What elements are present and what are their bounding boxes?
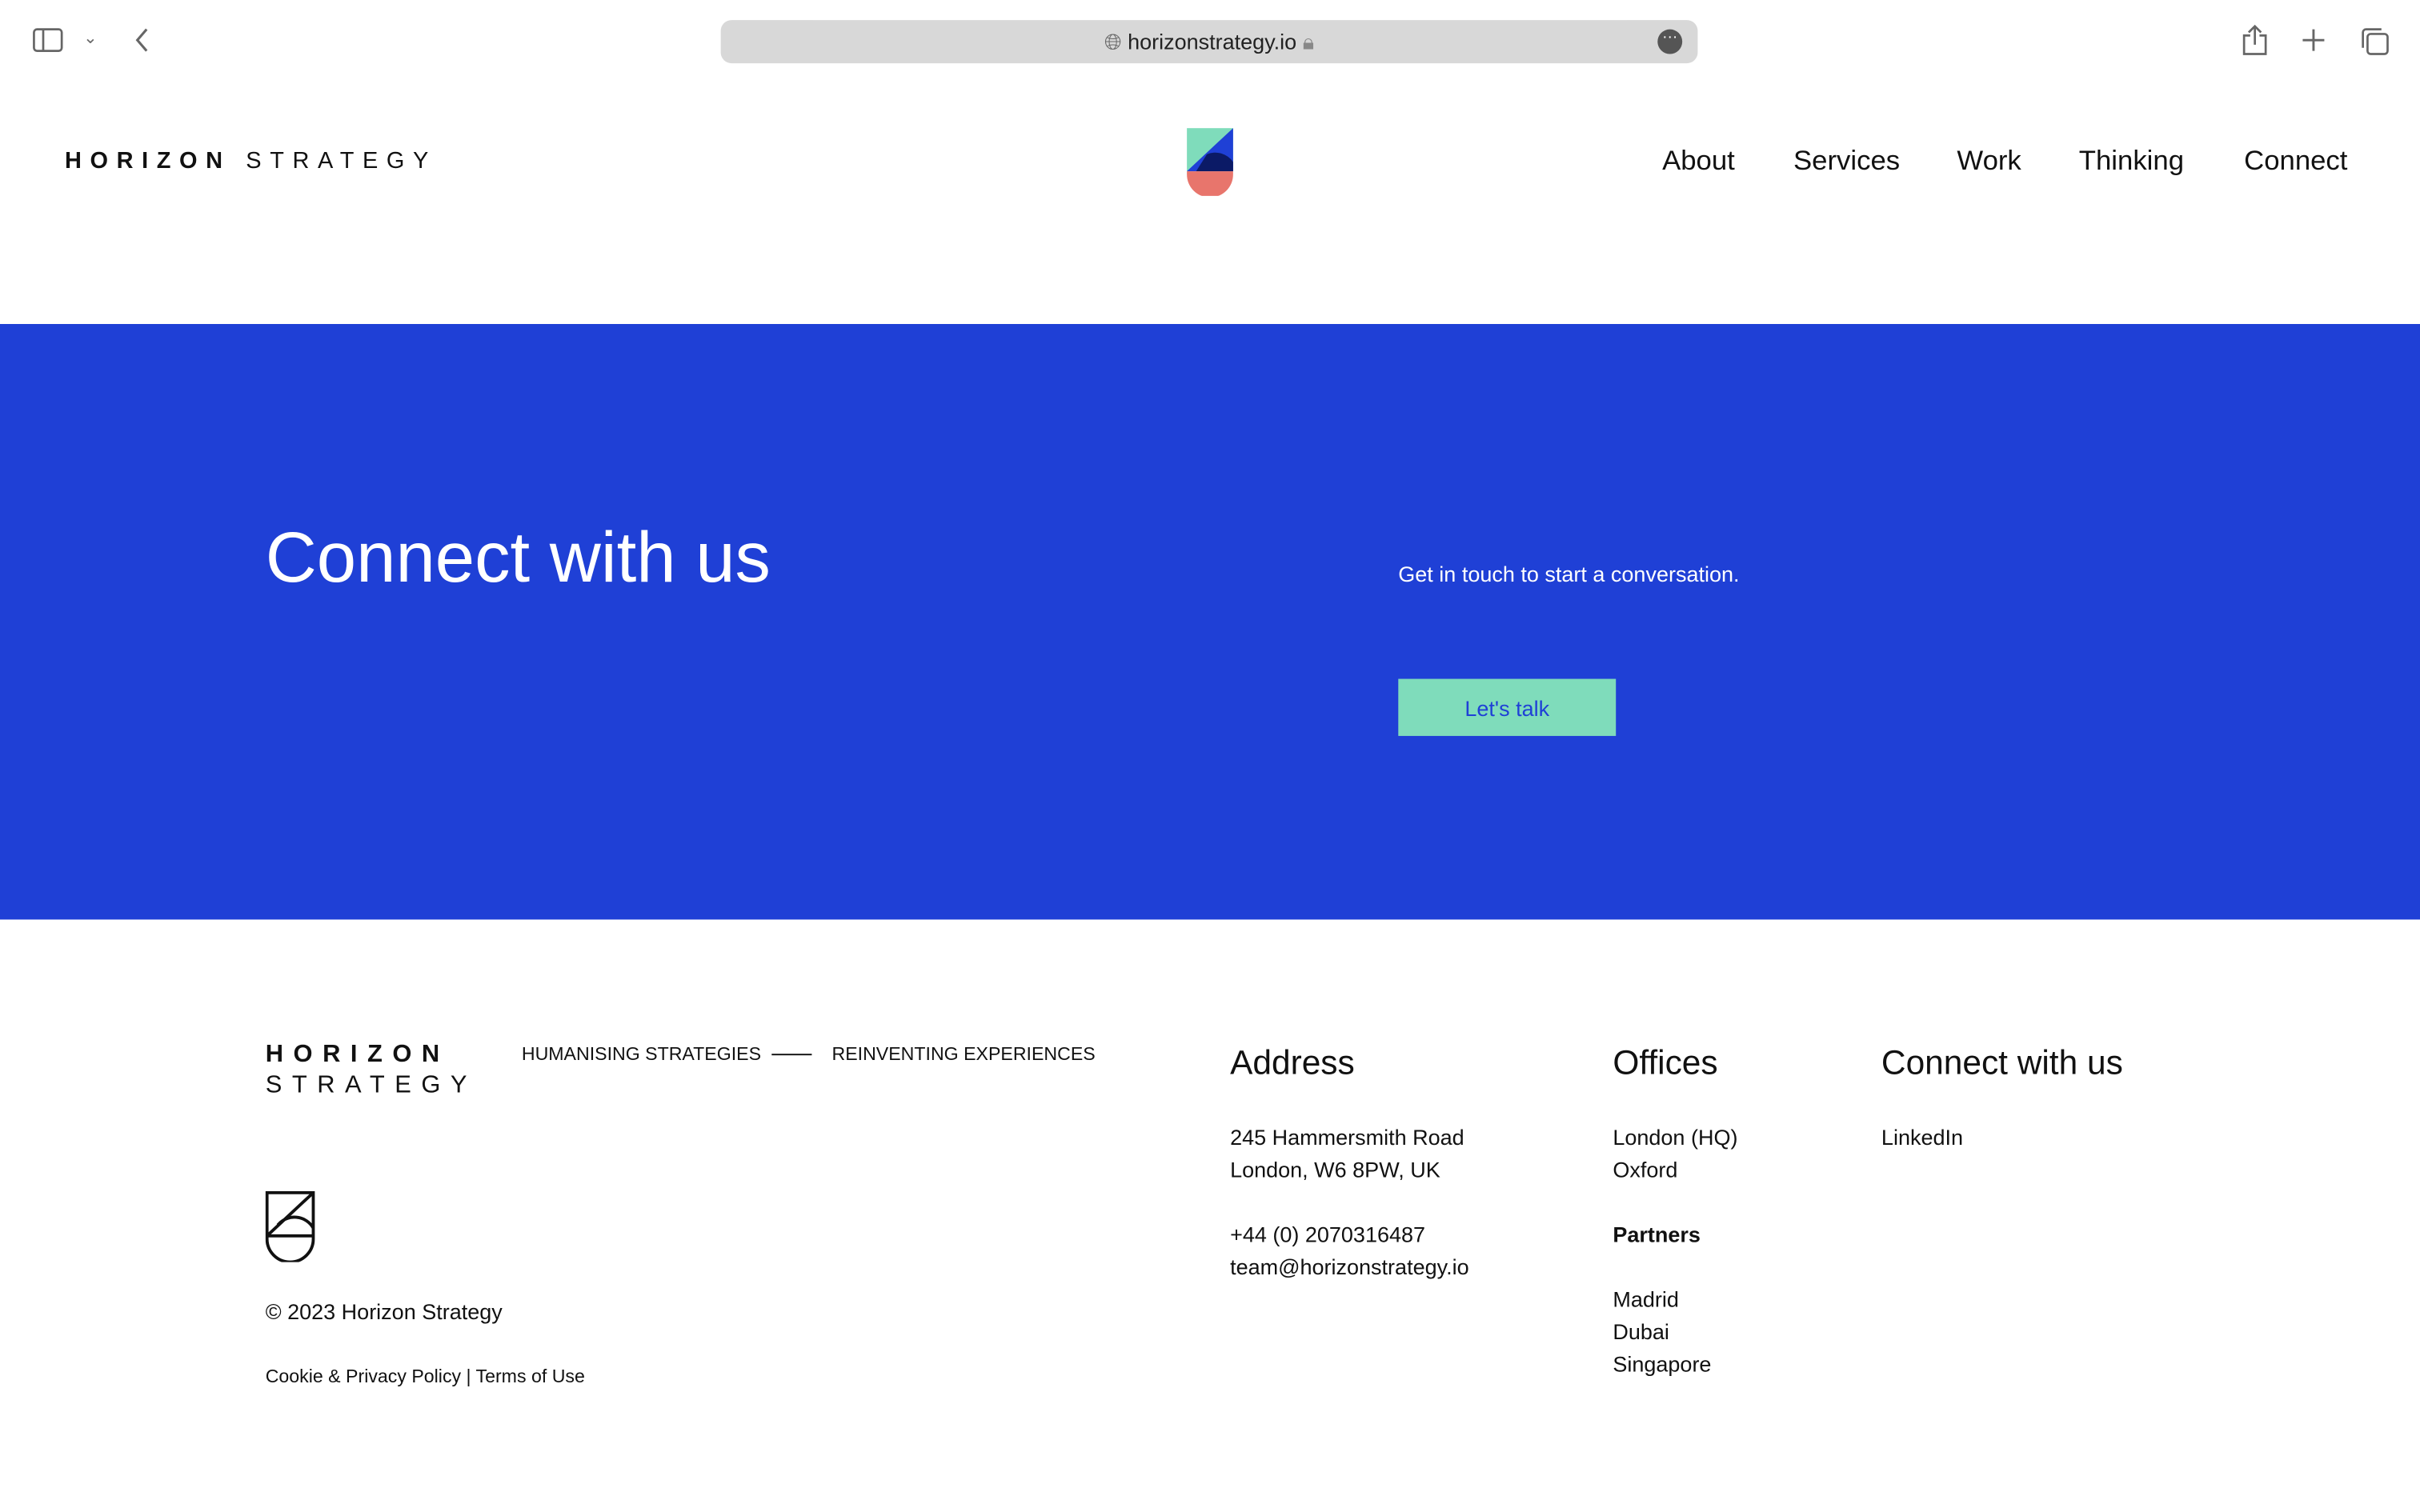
- lets-talk-button[interactable]: Let's talk: [1398, 678, 1617, 736]
- partner-item: Singapore: [1613, 1351, 1712, 1377]
- url-text: horizonstrategy.io: [1128, 29, 1297, 54]
- globe-icon: 🌐︎: [1104, 29, 1122, 54]
- tagline-left: HUMANISING STRATEGIES: [521, 1042, 762, 1065]
- tabs-overview-icon[interactable]: [2360, 26, 2391, 58]
- connect-heading: Connect with us: [1881, 1042, 2123, 1082]
- office-item: Oxford: [1613, 1157, 1678, 1182]
- address-heading: Address: [1230, 1042, 1355, 1082]
- connect-hero: Connect with us Get in touch to start a …: [0, 323, 2420, 920]
- new-tab-icon[interactable]: [2301, 28, 2326, 53]
- chevron-down-icon[interactable]: ⌄: [83, 28, 98, 48]
- address-line: London, W6 8PW, UK: [1230, 1157, 1440, 1182]
- more-icon[interactable]: ···: [1657, 29, 1683, 54]
- nav-services[interactable]: Services: [1793, 145, 1900, 177]
- logo-bold: HORIZON: [265, 1041, 450, 1068]
- tagline-divider: [771, 1054, 812, 1056]
- hero-title: Connect with us: [265, 517, 771, 598]
- lock-icon: 🔒︎: [1302, 29, 1315, 54]
- logo-light: STRATEGY: [265, 1072, 478, 1099]
- address-bar[interactable]: 🌐︎ horizonstrategy.io 🔒︎ ···: [720, 20, 1698, 64]
- footer-logo[interactable]: HORIZON STRATEGY: [266, 1040, 477, 1102]
- back-icon[interactable]: [133, 26, 151, 54]
- offices-block: London (HQ) Oxford Partners Madrid Dubai…: [1613, 1122, 1737, 1381]
- linkedin-link[interactable]: LinkedIn: [1881, 1122, 1963, 1154]
- offices-heading: Offices: [1613, 1042, 1718, 1082]
- email-link[interactable]: team@horizonstrategy.io: [1230, 1251, 1469, 1284]
- legal-links[interactable]: Cookie & Privacy Policy | Terms of Use: [266, 1366, 585, 1387]
- logo-bold: HORIZON: [64, 148, 231, 174]
- brand-mark-icon[interactable]: [1187, 128, 1233, 196]
- brand-mark-outline-icon: [265, 1190, 315, 1262]
- sidebar-toggle-icon[interactable]: [32, 28, 63, 53]
- address-line: 245 Hammersmith Road: [1230, 1124, 1464, 1150]
- partner-item: Madrid: [1613, 1286, 1679, 1312]
- phone-link[interactable]: +44 (0) 2070316487: [1230, 1219, 1469, 1252]
- copyright: © 2023 Horizon Strategy: [265, 1298, 503, 1324]
- address-block: 245 Hammersmith Road London, W6 8PW, UK …: [1230, 1122, 1469, 1283]
- nav-about[interactable]: About: [1662, 145, 1735, 177]
- office-item: London (HQ): [1613, 1124, 1738, 1150]
- partner-item: Dubai: [1613, 1318, 1669, 1344]
- nav-thinking[interactable]: Thinking: [2079, 145, 2184, 177]
- hero-subtitle: Get in touch to start a conversation.: [1398, 561, 1740, 586]
- logo-light: STRATEGY: [246, 148, 437, 174]
- share-icon[interactable]: [2241, 23, 2269, 57]
- nav-connect[interactable]: Connect: [2244, 145, 2347, 177]
- partners-heading: Partners: [1613, 1222, 1701, 1247]
- nav-work[interactable]: Work: [1957, 145, 2021, 177]
- site-logo[interactable]: HORIZON STRATEGY: [65, 148, 437, 174]
- tagline-right: REINVENTING EXPERIENCES: [831, 1042, 1096, 1065]
